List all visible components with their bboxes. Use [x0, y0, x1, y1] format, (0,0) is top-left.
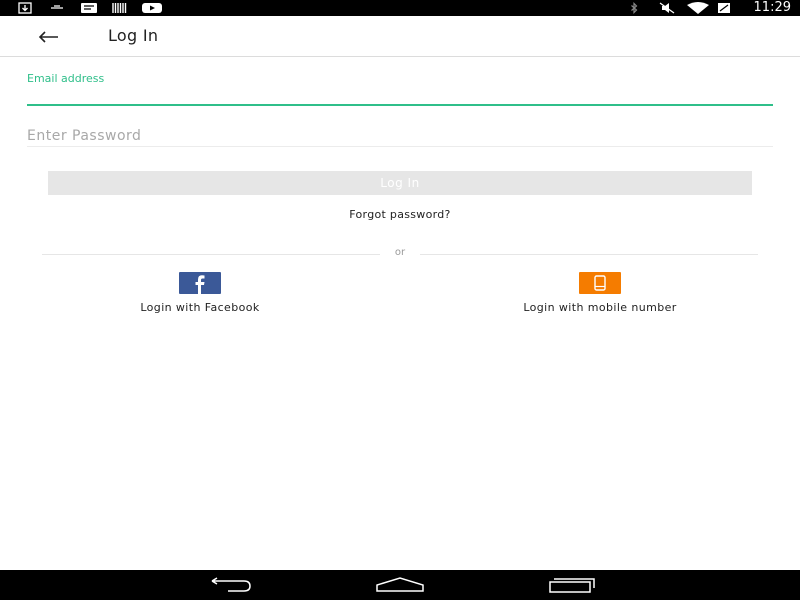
back-nav-icon[interactable]	[205, 576, 253, 594]
status-time: 11:29	[753, 0, 791, 15]
barcode-icon	[112, 3, 127, 13]
divider-line-right	[420, 254, 758, 255]
password-field[interactable]	[27, 126, 773, 146]
facebook-login-button[interactable]: Login with Facebook	[80, 272, 320, 318]
app-bar: Log In	[0, 16, 800, 57]
recents-nav-icon[interactable]	[548, 576, 596, 594]
mute-icon	[659, 2, 675, 14]
home-nav-icon[interactable]	[376, 576, 424, 594]
mobile-login-button[interactable]: Login with mobile number	[480, 272, 720, 318]
facebook-icon	[179, 272, 221, 294]
divider-line-left	[42, 254, 380, 255]
mobile-phone-icon	[579, 272, 621, 294]
back-button[interactable]	[30, 24, 66, 50]
login-button[interactable]: Log In	[48, 171, 752, 195]
mobile-login-label: Login with mobile number	[523, 301, 677, 314]
message-icon	[81, 3, 97, 13]
facebook-login-label: Login with Facebook	[140, 301, 260, 314]
arrow-left-icon	[38, 31, 58, 43]
bluetooth-icon	[631, 2, 638, 14]
battery-icon	[718, 3, 730, 13]
status-bar: 11:29	[0, 0, 800, 16]
wifi-icon	[687, 2, 709, 14]
download-icon	[18, 2, 32, 14]
password-underline	[27, 146, 773, 147]
page-title: Log In	[108, 26, 159, 45]
divider-or-text: or	[394, 247, 406, 258]
email-underline	[27, 104, 773, 106]
email-field[interactable]	[27, 84, 773, 104]
youtube-icon	[142, 3, 162, 13]
voicemail-icon	[51, 5, 63, 9]
navigation-bar	[0, 570, 800, 600]
forgot-password-link[interactable]: Forgot password?	[0, 208, 800, 221]
